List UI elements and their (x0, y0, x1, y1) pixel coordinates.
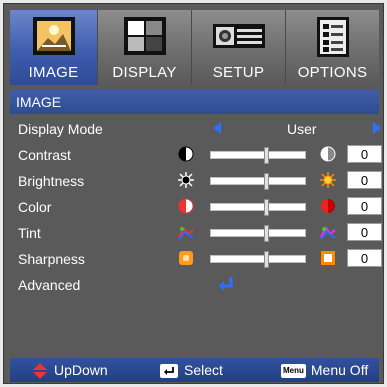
footer-menu-label: Menu Off (310, 362, 369, 378)
sharpness-value: 0 (347, 249, 382, 267)
contrast-slider[interactable] (210, 147, 306, 164)
tab-setup[interactable]: SETUP (192, 10, 286, 85)
footer-menu: Menu Menu Off (281, 361, 368, 379)
tab-display[interactable]: DISPLAY (98, 10, 192, 85)
sharpness-slider[interactable] (210, 251, 306, 268)
display-icon (123, 17, 166, 55)
enter-icon[interactable] (217, 275, 235, 293)
tab-options[interactable]: OPTIONS (286, 10, 379, 85)
color-value: 0 (347, 197, 382, 215)
color-high-icon (321, 199, 335, 213)
tint-low-icon (178, 226, 194, 240)
sharpness-label: Sharpness (18, 251, 85, 267)
footer-select-label: Select (184, 362, 223, 378)
contrast-label: Contrast (18, 147, 71, 163)
brightness-label: Brightness (18, 173, 85, 189)
brightness-slider[interactable] (210, 173, 306, 190)
sharpness-row[interactable]: Sharpness 0 (10, 246, 382, 272)
contrast-slider-thumb[interactable] (263, 147, 269, 164)
brightness-slider-thumb[interactable] (263, 173, 269, 190)
brightness-value: 0 (347, 171, 382, 189)
tint-row[interactable]: Tint 0 (10, 220, 382, 246)
display-mode-value: User (287, 121, 317, 137)
sharpness-low-icon (179, 251, 193, 265)
advanced-row[interactable]: Advanced (10, 272, 379, 298)
arrow-right-icon[interactable] (373, 122, 381, 134)
sharpness-high-icon (321, 251, 335, 265)
setup-icon (212, 24, 265, 48)
tab-image-label: IMAGE (28, 64, 79, 81)
color-slider-thumb[interactable] (263, 199, 269, 216)
footer-updown: UpDown (32, 361, 108, 380)
contrast-low-icon (178, 146, 194, 162)
color-row[interactable]: Color 0 (10, 194, 382, 220)
settings-list: Display Mode User Contrast 0 Brightness (10, 116, 382, 298)
tint-slider[interactable] (210, 225, 306, 242)
tab-options-label: OPTIONS (297, 64, 368, 81)
footer-bar: UpDown Select Menu Menu Off (10, 358, 379, 382)
section-title: IMAGE (10, 90, 379, 114)
updown-arrows-icon (33, 363, 47, 380)
tint-label: Tint (18, 225, 41, 241)
color-slider[interactable] (210, 199, 306, 216)
image-icon (32, 17, 75, 55)
menu-key-icon: Menu (281, 364, 306, 379)
footer-updown-label: UpDown (54, 362, 108, 378)
options-icon (316, 17, 349, 57)
tab-display-label: DISPLAY (112, 64, 177, 81)
enter-key-icon (160, 364, 178, 379)
tab-setup-label: SETUP (212, 64, 265, 81)
osd-menu: IMAGE DISPLAY SETUP OPTIONS IMAGE Displa… (3, 3, 384, 384)
arrow-left-icon[interactable] (213, 122, 221, 134)
color-label: Color (18, 199, 52, 215)
tab-bar: IMAGE DISPLAY SETUP OPTIONS (10, 10, 379, 85)
tint-slider-thumb[interactable] (263, 225, 269, 242)
color-low-icon (178, 198, 194, 214)
tab-image[interactable]: IMAGE (10, 10, 98, 85)
display-mode-row[interactable]: Display Mode User (10, 116, 381, 142)
brightness-high-icon (320, 172, 336, 188)
footer-select: Select (160, 361, 223, 379)
advanced-label: Advanced (18, 277, 81, 293)
contrast-row[interactable]: Contrast 0 (10, 142, 382, 168)
brightness-low-icon (178, 172, 194, 188)
contrast-high-icon (320, 146, 336, 162)
display-mode-label: Display Mode (18, 121, 103, 137)
sharpness-slider-thumb[interactable] (263, 251, 269, 268)
contrast-value: 0 (347, 145, 382, 163)
brightness-row[interactable]: Brightness 0 (10, 168, 382, 194)
tint-high-icon (320, 226, 336, 240)
tint-value: 0 (347, 223, 382, 241)
